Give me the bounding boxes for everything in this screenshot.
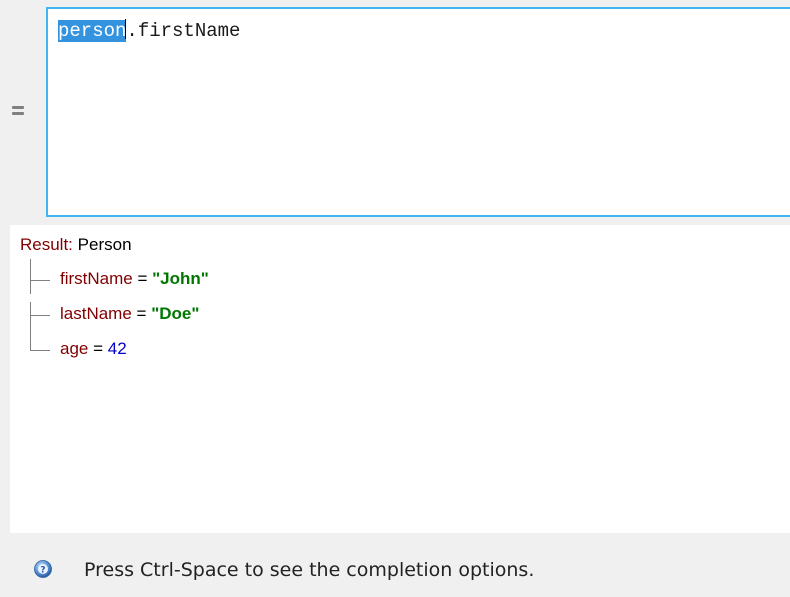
selected-token: person bbox=[58, 20, 127, 42]
info-icon: ? bbox=[34, 560, 52, 578]
field-value: "Doe" bbox=[151, 304, 200, 323]
field-operator: = bbox=[131, 304, 152, 323]
result-panel: Result: Person firstName = "John" lastNa… bbox=[10, 225, 790, 533]
result-type: Person bbox=[77, 235, 132, 254]
result-title: Result: Person bbox=[20, 235, 132, 255]
status-bar: ? Press Ctrl-Space to see the completion… bbox=[0, 533, 790, 597]
field-name: lastName bbox=[60, 304, 132, 323]
field-name: age bbox=[60, 339, 89, 358]
tree-branch bbox=[30, 315, 50, 316]
tree-connector bbox=[30, 302, 31, 337]
result-label: Result: bbox=[20, 235, 73, 254]
editor-gutter bbox=[0, 0, 46, 220]
expression-rest: .firstName bbox=[126, 20, 241, 42]
field-operator: = bbox=[132, 269, 153, 288]
expression-editor[interactable]: person.firstName bbox=[46, 7, 790, 217]
field-name: firstName bbox=[60, 269, 133, 288]
field-value: "John" bbox=[152, 269, 209, 288]
tree-branch bbox=[30, 350, 50, 351]
tree-branch bbox=[30, 280, 50, 281]
tree-connector bbox=[30, 259, 31, 294]
tree-connector bbox=[30, 337, 31, 351]
field-value: 42 bbox=[107, 339, 127, 358]
svg-text:?: ? bbox=[40, 566, 45, 576]
status-message: Press Ctrl-Space to see the completion o… bbox=[84, 559, 535, 581]
drag-handle-icon[interactable] bbox=[12, 106, 24, 116]
field-operator: = bbox=[88, 339, 108, 358]
expression-code[interactable]: person.firstName bbox=[58, 19, 240, 42]
